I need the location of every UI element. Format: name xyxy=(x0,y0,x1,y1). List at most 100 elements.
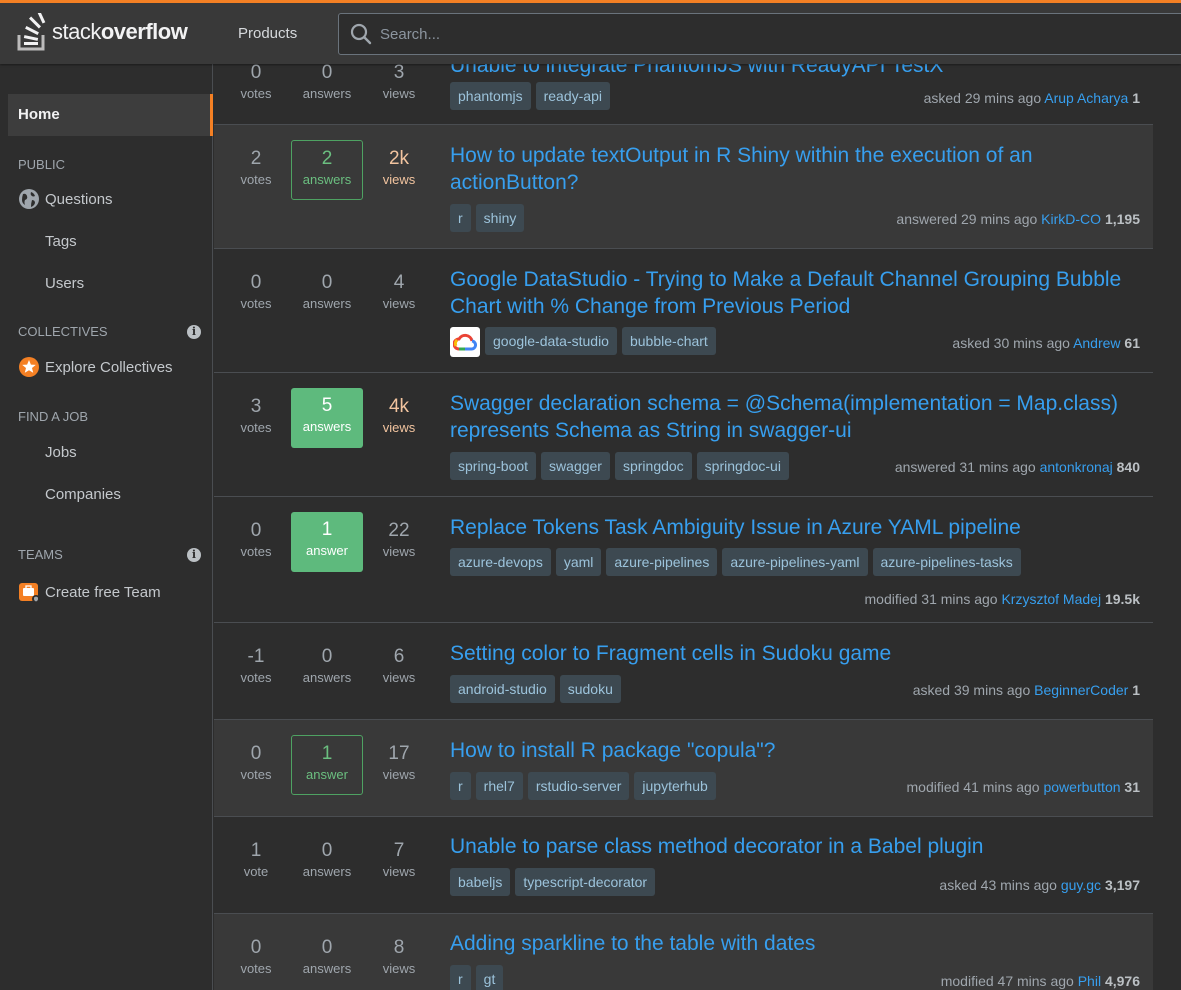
search-icon xyxy=(350,23,372,45)
nav-users[interactable]: Users xyxy=(18,266,84,300)
reputation-score: 840 xyxy=(1116,459,1140,475)
tag[interactable]: swagger xyxy=(541,452,610,480)
answer-count: 5 answers xyxy=(291,388,363,448)
vote-count: 0 votes xyxy=(240,272,272,311)
user-link[interactable]: guy.gc xyxy=(1061,877,1101,893)
question-list: 0 votes 0 answers 3 views Unable to integra… xyxy=(214,64,1153,990)
question-title-link[interactable]: How to install R package "copula"? xyxy=(450,737,1140,764)
nav-questions[interactable]: Questions xyxy=(18,182,113,216)
tag[interactable]: springdoc xyxy=(614,452,692,480)
tag[interactable]: azure-pipelines xyxy=(606,548,718,576)
question-title-link[interactable]: Swagger declaration schema = @Schema(imp… xyxy=(450,390,1140,444)
tag[interactable]: bubble-chart xyxy=(621,327,716,355)
nav-tags-label: Tags xyxy=(45,232,77,250)
action-time: asked 29 mins ago xyxy=(923,90,1042,106)
tag[interactable]: jupyterhub xyxy=(634,772,716,800)
tag-list: spring-boot swagger springdoc springdoc-… xyxy=(450,452,794,480)
user-link[interactable]: KirkD-CO xyxy=(1041,211,1101,227)
tag[interactable]: springdoc-ui xyxy=(696,452,789,480)
question-meta: answered 29 mins ago KirkD-CO 1,195 xyxy=(896,211,1140,227)
nav-create-team-label: Create free Team xyxy=(45,583,161,601)
tag[interactable]: babeljs xyxy=(450,868,511,896)
logo-wordmark: stackoverflow xyxy=(52,19,188,44)
tag[interactable]: android-studio xyxy=(450,675,555,703)
tag[interactable]: spring-boot xyxy=(450,452,537,480)
products-menu[interactable]: Products xyxy=(226,17,309,50)
tag[interactable]: typescript-decorator xyxy=(515,868,656,896)
nav-users-label: Users xyxy=(45,274,85,292)
answer-count: 0 answers xyxy=(302,937,352,976)
view-count: 7 views xyxy=(382,840,416,879)
tag[interactable]: rhel7 xyxy=(475,772,523,800)
user-link[interactable]: antonkronaj xyxy=(1040,459,1113,475)
view-count: 17 views xyxy=(382,743,416,782)
question-title-link[interactable]: How to update textOutput in R Shiny with… xyxy=(450,142,1140,196)
tag[interactable]: sudoku xyxy=(559,675,621,703)
site-logo[interactable]: stackoverflow xyxy=(16,12,188,52)
search-input[interactable] xyxy=(378,24,1142,44)
question-title-link[interactable]: Unable to parse class method decorator i… xyxy=(450,833,1140,860)
reputation-score: 31 xyxy=(1124,779,1140,795)
nav-explore-collectives[interactable]: Explore Collectives xyxy=(18,350,173,384)
globe-icon xyxy=(19,189,39,209)
nav-companies[interactable]: Companies xyxy=(18,477,121,511)
user-link[interactable]: Phil xyxy=(1078,973,1101,989)
nav-home[interactable]: Home xyxy=(8,94,213,136)
user-link[interactable]: Krzysztof Madej xyxy=(1001,591,1101,607)
tag-list: google-data-studio bubble-chart xyxy=(450,327,721,357)
question-title-link[interactable]: Setting color to Fragment cells in Sudok… xyxy=(450,640,1140,667)
tag[interactable]: rstudio-server xyxy=(527,772,630,800)
answer-count: 0 answers xyxy=(302,646,352,685)
tag-list: r shiny xyxy=(450,204,529,232)
tag[interactable]: gt xyxy=(475,965,504,990)
view-count: 8 views xyxy=(382,937,416,976)
question-meta: modified 41 mins ago powerbutton 31 xyxy=(907,779,1141,795)
tag[interactable]: r xyxy=(450,965,471,990)
teams-info-icon[interactable]: i xyxy=(187,548,201,562)
google-cloud-collective-icon[interactable] xyxy=(450,327,480,357)
tag[interactable]: azure-devops xyxy=(450,548,551,576)
tag[interactable]: ready-api xyxy=(535,82,610,110)
tag[interactable]: yaml xyxy=(555,548,602,576)
tag-list: r gt xyxy=(450,965,508,990)
teams-section-label: TEAMS xyxy=(18,547,63,562)
vote-count: 0 votes xyxy=(240,520,272,559)
question-title-link[interactable]: Replace Tokens Task Ambiguity Issue in A… xyxy=(450,514,1140,541)
question-title-link[interactable]: Unable to integrate PhantomJS with Ready… xyxy=(450,64,1140,79)
tag[interactable]: r xyxy=(450,204,471,232)
answer-count: 0 answers xyxy=(302,840,352,879)
action-time: modified 47 mins ago xyxy=(940,973,1074,989)
vote-count: 1 vote xyxy=(243,840,269,879)
nav-tags[interactable]: Tags xyxy=(18,224,77,258)
tag[interactable]: azure-pipelines-yaml xyxy=(722,548,868,576)
question-title-link[interactable]: Google DataStudio - Trying to Make a Def… xyxy=(450,266,1140,320)
user-link[interactable]: Andrew xyxy=(1073,335,1120,351)
nav-jobs-label: Jobs xyxy=(45,443,77,461)
tag[interactable]: phantomjs xyxy=(450,82,531,110)
question-summary: 0 votes 0 answers 3 views Unable to integra… xyxy=(214,64,1153,125)
vote-count: 2 votes xyxy=(240,148,272,187)
reputation-score: 19.5k xyxy=(1104,591,1140,607)
search-box[interactable] xyxy=(338,13,1181,55)
action-time: asked 43 mins ago xyxy=(939,877,1057,893)
question-meta: asked 43 mins ago guy.gc 3,197 xyxy=(939,877,1140,893)
question-title-link[interactable]: Adding sparkline to the table with dates xyxy=(450,930,1140,957)
vote-count: 0 votes xyxy=(240,64,272,101)
tag[interactable]: google-data-studio xyxy=(485,327,617,355)
nav-create-team[interactable]: Create free Team xyxy=(18,575,161,609)
collectives-info-icon[interactable]: i xyxy=(187,325,201,339)
collectives-section-label: COLLECTIVES xyxy=(18,324,108,339)
tag[interactable]: azure-pipelines-tasks xyxy=(872,548,1021,576)
collectives-star-icon xyxy=(19,357,39,377)
question-meta: answered 31 mins ago antonkronaj 840 xyxy=(895,459,1140,475)
tag[interactable]: r xyxy=(450,772,471,800)
user-link[interactable]: Arup Acharya xyxy=(1044,90,1128,106)
tag[interactable]: shiny xyxy=(475,204,525,232)
question-summary: 3 votes 5 answers 4k views Swagger declarat… xyxy=(214,373,1153,497)
nav-companies-label: Companies xyxy=(45,485,121,503)
view-count: 4k views xyxy=(382,396,416,435)
user-link[interactable]: powerbutton xyxy=(1043,779,1120,795)
action-time: asked 30 mins ago xyxy=(952,335,1070,351)
nav-jobs[interactable]: Jobs xyxy=(18,435,77,469)
user-link[interactable]: BeginnerCoder xyxy=(1034,682,1128,698)
